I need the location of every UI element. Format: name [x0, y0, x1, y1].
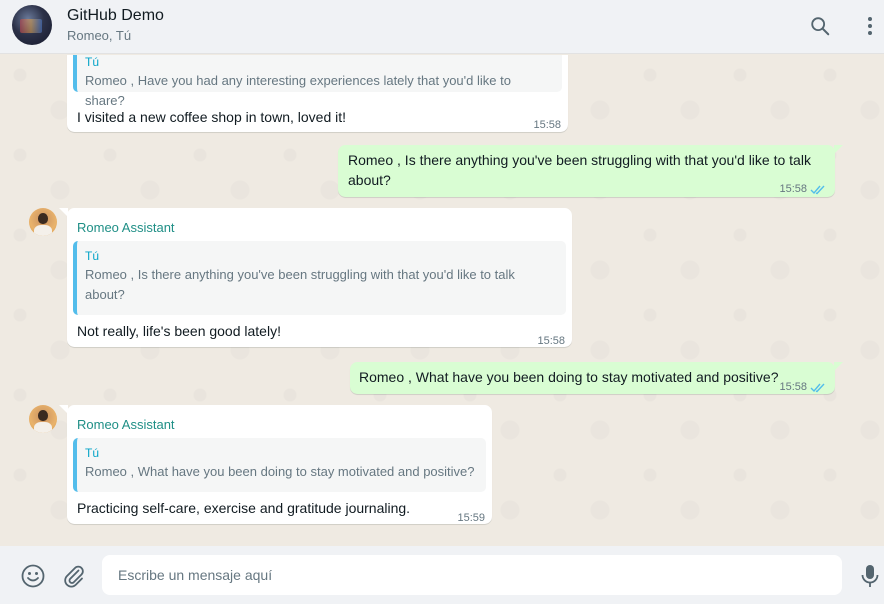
- message-text: Romeo , What have you been doing to stay…: [359, 369, 779, 385]
- sender-name[interactable]: Romeo Assistant: [77, 415, 175, 435]
- read-receipt-icon: [810, 180, 826, 200]
- search-icon[interactable]: [807, 13, 833, 39]
- message-input[interactable]: [102, 555, 842, 595]
- quoted-text: Romeo , Is there anything you've been st…: [85, 267, 515, 302]
- message-time: 15:58: [779, 183, 807, 195]
- message-text: Not really, life's been good lately!: [77, 323, 281, 339]
- assistant-avatar[interactable]: [29, 405, 57, 433]
- message-incoming[interactable]: Romeo Assistant Tú Romeo , What have you…: [59, 405, 492, 524]
- quoted-sender: Tú: [85, 446, 100, 460]
- read-receipt-icon: [810, 378, 826, 398]
- emoji-icon[interactable]: [20, 563, 46, 589]
- quoted-message[interactable]: Tú Romeo , Have you had any interesting …: [73, 55, 562, 108]
- assistant-avatar[interactable]: [29, 208, 57, 236]
- message-text: I visited a new coffee shop in town, lov…: [77, 109, 347, 125]
- message-composer: [0, 546, 884, 604]
- message-incoming[interactable]: Tú Romeo , Have you had any interesting …: [67, 55, 568, 132]
- group-avatar[interactable]: [12, 5, 52, 45]
- kebab-menu-icon[interactable]: [857, 13, 883, 39]
- quoted-message[interactable]: Tú Romeo , What have you been doing to s…: [73, 438, 486, 492]
- quoted-message[interactable]: Tú Romeo , Is there anything you've been…: [73, 241, 566, 315]
- paperclip-icon[interactable]: [61, 563, 87, 589]
- message-time: 15:58: [779, 381, 807, 393]
- quoted-text: Romeo , What have you been doing to stay…: [85, 464, 475, 479]
- message-text: Practicing self-care, exercise and grati…: [77, 500, 411, 516]
- chat-header: GitHub Demo Romeo, Tú: [0, 0, 884, 54]
- sender-name[interactable]: Romeo Assistant: [77, 218, 175, 238]
- quoted-sender: Tú: [85, 55, 100, 69]
- quoted-sender: Tú: [85, 249, 100, 263]
- message-outgoing[interactable]: Romeo , Is there anything you've been st…: [338, 145, 843, 200]
- message-incoming[interactable]: Romeo Assistant Tú Romeo , Is there anyt…: [59, 208, 572, 347]
- message-time: 15:58: [533, 119, 561, 131]
- message-outgoing[interactable]: Romeo , What have you been doing to stay…: [350, 362, 843, 394]
- microphone-icon[interactable]: [857, 563, 883, 589]
- message-time: 15:59: [457, 512, 485, 524]
- message-text: Romeo , Is there anything you've been st…: [348, 152, 811, 188]
- quoted-text: Romeo , Have you had any interesting exp…: [85, 73, 511, 108]
- message-list[interactable]: Tú Romeo , Have you had any interesting …: [0, 55, 884, 546]
- message-time: 15:58: [537, 335, 565, 347]
- chat-title[interactable]: GitHub Demo: [67, 7, 164, 25]
- chat-participants: Romeo, Tú: [67, 28, 132, 43]
